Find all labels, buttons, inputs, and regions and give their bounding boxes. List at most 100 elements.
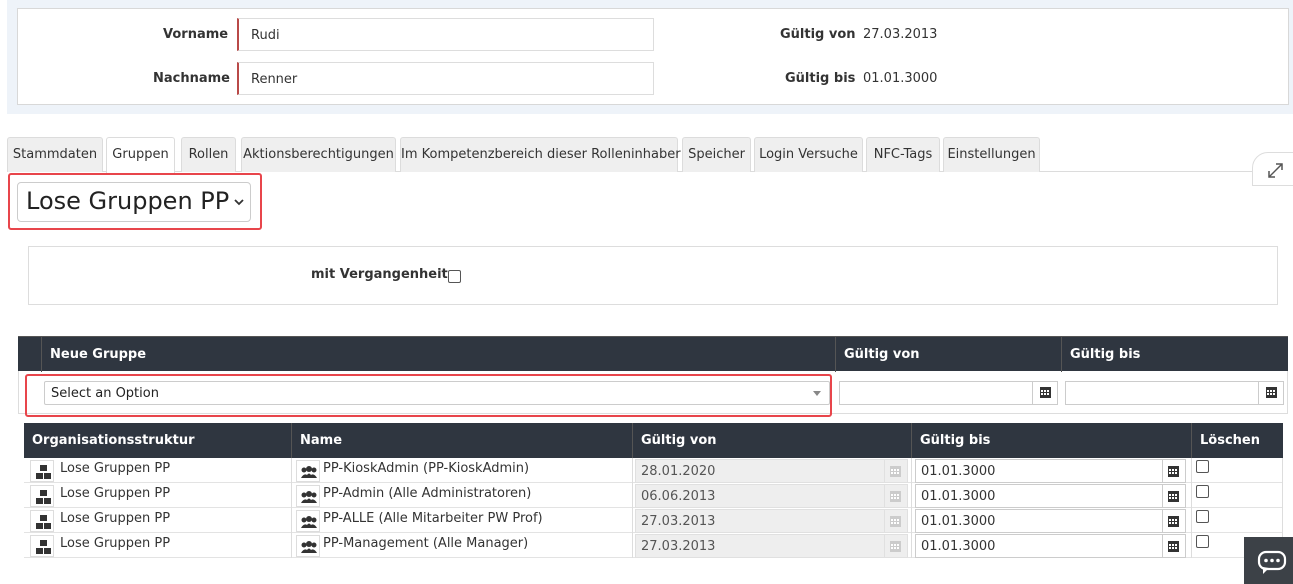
cell-divider [291,533,292,558]
users-icon [301,516,317,528]
group-select-value: Lose Gruppen PP [26,187,230,215]
row-gueltig-von-calendar [884,509,908,533]
org-cell: Lose Gruppen PP [60,536,171,551]
group-select[interactable]: Lose Gruppen PP [17,182,251,222]
cell-divider [1282,458,1283,483]
row-delete-checkbox[interactable] [1196,510,1209,523]
org-icon-button[interactable] [30,535,54,557]
group-name-cell: PP-ALLE (Alle Mitarbeiter PW Prof) [323,511,543,526]
tab-login-versuche[interactable]: Login Versuche [754,137,863,172]
calendar-icon [890,466,901,477]
tab-speicher[interactable]: Speicher [682,137,751,172]
cell-divider [1191,533,1192,558]
new-group-von-calendar-button[interactable] [1032,381,1058,405]
cell-divider [911,508,912,533]
mit-vergangenheit-checkbox[interactable] [448,270,461,283]
row-gueltig-bis-field[interactable]: 01.01.3000 [915,459,1163,483]
table-row: Lose Gruppen PP PP-Management (Alle Manag… [24,533,1283,558]
group-icon-button[interactable] [296,485,320,507]
th-loeschen: Löschen [1191,423,1283,458]
group-name-cell: PP-Management (Alle Manager) [323,536,529,551]
cell-divider [1282,508,1283,533]
table-row: Lose Gruppen PP PP-ALLE (Alle Mitarbeiter… [24,508,1283,533]
org-icon-button[interactable] [30,485,54,507]
new-group-bis-input[interactable] [1065,381,1259,405]
cell-divider [632,508,633,533]
cell-divider [632,483,633,508]
tab-stammdaten[interactable]: Stammdaten [7,137,103,172]
row-gueltig-bis-calendar-button[interactable] [1162,484,1186,508]
sitemap-icon [36,540,51,554]
mit-vergangenheit-label: mit Vergangenheit [311,267,448,282]
cell-divider [291,458,292,483]
cell-divider [1191,483,1192,508]
row-gueltig-von-field: 28.01.2020 [635,459,885,483]
groups-table-header: Organisationsstruktur Name Gültig von Gü… [24,423,1283,458]
cell-divider [291,508,292,533]
org-cell: Lose Gruppen PP [60,461,171,476]
chat-button[interactable] [1244,537,1293,584]
row-gueltig-bis-calendar-button[interactable] [1162,459,1186,483]
cell-divider [1282,483,1283,508]
row-delete-checkbox[interactable] [1196,460,1209,473]
row-gueltig-bis-calendar-button[interactable] [1162,534,1186,558]
tab-kompetenzbereich[interactable]: Im Kompetenzbereich dieser Rolleninhaber [400,137,681,172]
row-gueltig-von-field: 27.03.2013 [635,509,885,533]
users-icon [301,466,317,478]
vorname-field[interactable]: Rudi [237,18,654,51]
cell-divider [911,533,912,558]
org-icon-button[interactable] [30,510,54,532]
tab-einstellungen[interactable]: Einstellungen [943,137,1040,172]
chevron-down-icon [234,199,244,206]
th-gueltig-bis-2: Gültig bis [911,423,1191,458]
new-group-bis-calendar-button[interactable] [1258,381,1284,405]
cell-divider [291,483,292,508]
org-cell: Lose Gruppen PP [60,486,171,501]
expand-button[interactable] [1252,152,1293,186]
row-gueltig-bis-field[interactable]: 01.01.3000 [915,509,1163,533]
sitemap-icon [36,490,51,504]
caret-down-icon [813,391,821,396]
th-org: Organisationsstruktur [32,433,195,448]
new-group-select[interactable]: Select an Option [44,381,830,405]
row-gueltig-von-field: 27.03.2013 [635,534,885,558]
table-row: Lose Gruppen PP PP-KioskAdmin (PP-KioskAd… [24,458,1283,483]
group-icon-button[interactable] [296,460,320,482]
cell-divider [632,458,633,483]
new-group-select-placeholder: Select an Option [51,386,159,401]
row-gueltig-von-calendar [884,534,908,558]
th-name: Name [291,423,632,458]
th-gueltig-bis: Gültig bis [1061,337,1288,372]
sitemap-icon [36,515,51,529]
expand-icon [1268,163,1283,178]
calendar-icon [1168,541,1179,552]
calendar-icon [1168,491,1179,502]
tab-nfc-tags[interactable]: NFC-Tags [866,137,940,172]
group-icon-button[interactable] [296,535,320,557]
gueltig-von-label: Gültig von [780,27,856,42]
cell-divider [911,458,912,483]
row-delete-checkbox[interactable] [1196,485,1209,498]
tab-aktionsberechtigungen[interactable]: Aktionsberechtigungen [241,137,396,172]
nachname-field[interactable]: Renner [237,62,654,95]
cell-divider [911,483,912,508]
org-cell: Lose Gruppen PP [60,511,171,526]
group-icon-button[interactable] [296,510,320,532]
group-name-cell: PP-KioskAdmin (PP-KioskAdmin) [323,461,530,476]
nachname-label: Nachname [153,71,231,86]
th-gueltig-von: Gültig von [835,337,1061,372]
sitemap-icon [36,465,51,479]
row-gueltig-bis-field[interactable]: 01.01.3000 [915,534,1163,558]
row-gueltig-bis-calendar-button[interactable] [1162,509,1186,533]
tab-gruppen[interactable]: Gruppen [106,137,175,173]
table-row: Lose Gruppen PP PP-Admin (Alle Administra… [24,483,1283,508]
tab-rollen[interactable]: Rollen [181,137,236,172]
org-icon-button[interactable] [30,460,54,482]
row-delete-checkbox[interactable] [1196,535,1209,548]
calendar-icon [1040,387,1051,398]
gueltig-bis-value: 01.01.3000 [863,71,938,86]
users-icon [301,541,317,553]
gueltig-bis-label: Gültig bis [785,71,856,86]
new-group-von-input[interactable] [839,381,1033,405]
row-gueltig-bis-field[interactable]: 01.01.3000 [915,484,1163,508]
